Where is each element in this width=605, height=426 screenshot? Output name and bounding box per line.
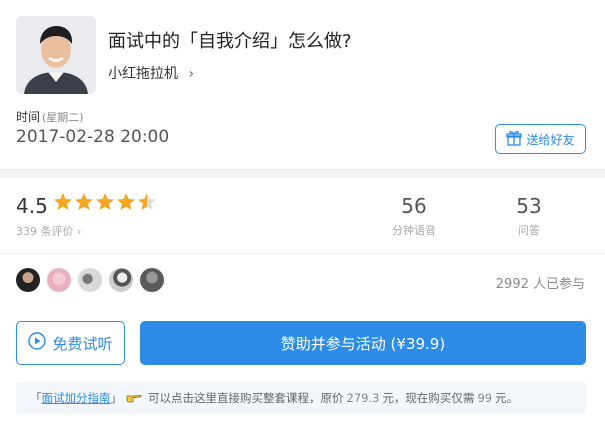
host-avatar[interactable] bbox=[16, 16, 96, 94]
bracket-open: 「 bbox=[30, 391, 42, 405]
sponsor-join-button[interactable]: 赞助并参与活动 (¥39.9) bbox=[140, 321, 586, 365]
tip-text-c: 元。 bbox=[495, 391, 519, 405]
original-price: 279.3 bbox=[346, 391, 380, 405]
sponsor-join-label: 赞助并参与活动 (¥39.9) bbox=[280, 334, 446, 353]
questions-stat: 53 问答 bbox=[489, 194, 569, 238]
pointing-hand-icon bbox=[126, 391, 142, 406]
star-icon bbox=[54, 193, 72, 210]
participant-avatars[interactable] bbox=[16, 268, 164, 292]
tip-text-b: 元，现在购买仅需 bbox=[382, 391, 475, 405]
chevron-right-icon: › bbox=[77, 225, 82, 238]
participant-avatar bbox=[109, 268, 133, 292]
gift-icon bbox=[506, 130, 523, 149]
rating-stars bbox=[53, 192, 157, 212]
chevron-right-icon: › bbox=[188, 66, 195, 82]
play-circle-icon bbox=[28, 332, 47, 354]
free-trial-label: 免费试听 bbox=[52, 334, 113, 353]
divider bbox=[0, 253, 605, 254]
rating-score: 4.5 bbox=[16, 194, 48, 218]
participant-avatar bbox=[16, 268, 40, 292]
audio-minutes-label: 分钟语音 bbox=[392, 224, 436, 237]
free-trial-button[interactable]: 免费试听 bbox=[16, 321, 125, 365]
questions-label: 问答 bbox=[518, 224, 540, 237]
guide-link[interactable]: 面试加分指南 bbox=[42, 390, 111, 406]
audio-minutes-stat: 56 分钟语音 bbox=[374, 194, 454, 238]
tip-text-a: 可以点击这里直接购买整套课程，原价 bbox=[148, 391, 344, 405]
time-label-text: 时间 bbox=[16, 110, 41, 124]
course-promo-tip: 「面试加分指南」 可以点击这里直接购买整套课程，原价 279.3 元，现在购买仅… bbox=[16, 382, 586, 414]
author-link[interactable]: 小红拖拉机 › bbox=[108, 63, 194, 83]
star-icon bbox=[117, 193, 135, 210]
sale-price: 99 bbox=[477, 391, 493, 405]
review-count: 339 条评价 bbox=[16, 225, 74, 238]
audio-minutes-value: 56 bbox=[401, 194, 427, 218]
event-datetime: 2017-02-28 20:00 bbox=[16, 127, 170, 147]
questions-value: 53 bbox=[516, 194, 542, 218]
time-label: 时间 (星期二) bbox=[16, 108, 84, 125]
participant-count: 2992 人已参与 bbox=[495, 277, 585, 292]
bracket-close: 」 bbox=[110, 391, 123, 405]
author-name: 小红拖拉机 bbox=[108, 66, 178, 82]
course-title: 面试中的「自我介绍」怎么做? bbox=[108, 31, 352, 52]
participant-avatar bbox=[47, 268, 71, 292]
participant-avatar bbox=[78, 268, 102, 292]
star-icon bbox=[75, 193, 93, 210]
reviews-link[interactable]: 339 条评价 › bbox=[16, 223, 81, 239]
participant-avatar bbox=[140, 268, 164, 292]
star-icon bbox=[96, 193, 114, 210]
course-header-card: 面试中的「自我介绍」怎么做? 小红拖拉机 › 时间 (星期二) 2017-02-2… bbox=[0, 0, 605, 170]
weekday-text: (星期二) bbox=[42, 111, 84, 124]
send-to-friend-label: 送给好友 bbox=[526, 132, 575, 147]
send-to-friend-button[interactable]: 送给好友 bbox=[495, 124, 586, 154]
half-star-icon bbox=[138, 193, 156, 210]
